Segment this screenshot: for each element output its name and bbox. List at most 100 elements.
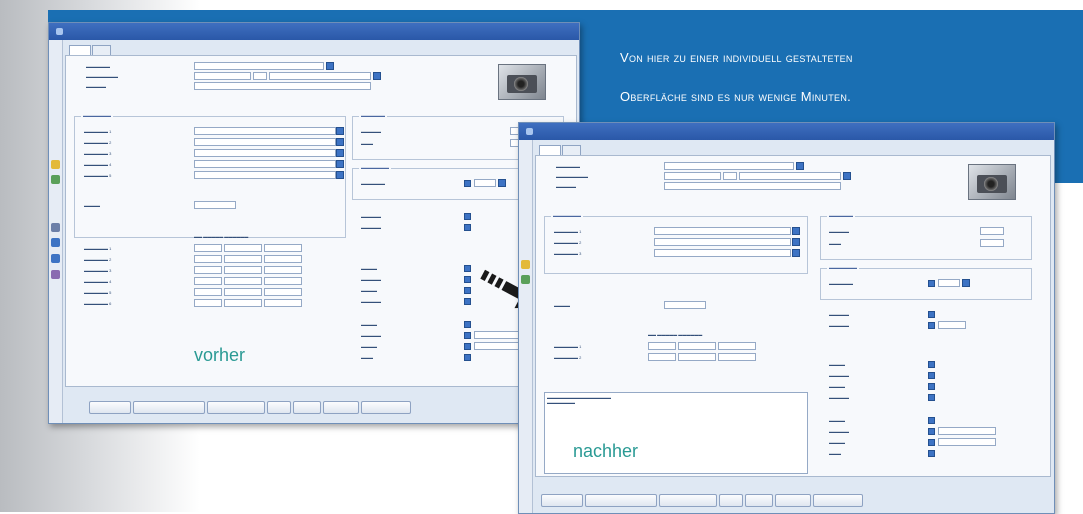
price-cell[interactable] bbox=[224, 244, 262, 252]
price-cell[interactable] bbox=[224, 277, 262, 285]
supplier-field[interactable] bbox=[654, 238, 791, 246]
action-button[interactable] bbox=[207, 401, 265, 414]
lookup-button[interactable] bbox=[326, 62, 334, 70]
status-field[interactable] bbox=[194, 72, 251, 80]
lookup-button[interactable] bbox=[792, 227, 800, 235]
option-checkbox[interactable] bbox=[464, 224, 471, 231]
price-cell[interactable] bbox=[264, 288, 302, 296]
price-cell[interactable] bbox=[224, 299, 262, 307]
option-checkbox[interactable] bbox=[464, 343, 471, 350]
description-field[interactable] bbox=[194, 82, 371, 90]
sidebar-icon[interactable] bbox=[51, 254, 60, 263]
price-cell[interactable] bbox=[194, 244, 222, 252]
action-button[interactable] bbox=[89, 401, 131, 414]
lookup-button[interactable] bbox=[336, 138, 344, 146]
option-checkbox[interactable] bbox=[464, 321, 471, 328]
supplier-field[interactable] bbox=[194, 149, 336, 157]
option-checkbox[interactable] bbox=[928, 439, 935, 446]
option-checkbox[interactable] bbox=[928, 450, 935, 457]
action-button[interactable] bbox=[267, 401, 291, 414]
action-button[interactable] bbox=[585, 494, 657, 507]
supplier-field[interactable] bbox=[194, 160, 336, 168]
supplier-field[interactable] bbox=[654, 249, 791, 257]
option-checkbox[interactable] bbox=[464, 276, 471, 283]
supplier-field[interactable] bbox=[194, 138, 336, 146]
option-checkbox[interactable] bbox=[464, 265, 471, 272]
action-button[interactable] bbox=[719, 494, 743, 507]
option-field[interactable] bbox=[938, 321, 966, 329]
sidebar-icon[interactable] bbox=[51, 175, 60, 184]
price-cell[interactable] bbox=[264, 255, 302, 263]
lookup-button[interactable] bbox=[843, 172, 851, 180]
action-button[interactable] bbox=[659, 494, 717, 507]
action-button[interactable] bbox=[361, 401, 411, 414]
action-button[interactable] bbox=[133, 401, 205, 414]
sidebar-icon[interactable] bbox=[521, 275, 530, 284]
lookup-button[interactable] bbox=[336, 171, 344, 179]
status-field[interactable] bbox=[664, 172, 721, 180]
lookup-button[interactable] bbox=[792, 249, 800, 257]
supplier-field[interactable] bbox=[194, 127, 336, 135]
supplier-field[interactable] bbox=[654, 227, 791, 235]
price-cell[interactable] bbox=[648, 342, 676, 350]
unit-field[interactable] bbox=[253, 72, 267, 80]
option-checkbox[interactable] bbox=[464, 332, 471, 339]
price-cell[interactable] bbox=[224, 266, 262, 274]
tab-general[interactable] bbox=[69, 45, 92, 55]
lookup-button[interactable] bbox=[796, 162, 804, 170]
option-checkbox[interactable] bbox=[928, 383, 935, 390]
description-field[interactable] bbox=[664, 182, 841, 190]
lookup-button[interactable] bbox=[373, 72, 381, 80]
lookup-button[interactable] bbox=[336, 127, 344, 135]
setting-checkbox[interactable] bbox=[928, 280, 935, 287]
option-checkbox[interactable] bbox=[464, 287, 471, 294]
unit-field[interactable] bbox=[723, 172, 737, 180]
sidebar-icon[interactable] bbox=[51, 160, 60, 169]
price-cell[interactable] bbox=[264, 244, 302, 252]
lookup-button[interactable] bbox=[792, 238, 800, 246]
option-checkbox[interactable] bbox=[928, 372, 935, 379]
option-field[interactable] bbox=[938, 427, 996, 435]
price-cell[interactable] bbox=[194, 277, 222, 285]
setting-select[interactable] bbox=[938, 279, 960, 287]
article-number-field[interactable] bbox=[664, 162, 794, 170]
lookup-button[interactable] bbox=[498, 179, 506, 187]
sidebar-icon[interactable] bbox=[51, 223, 60, 232]
price-cell[interactable] bbox=[678, 342, 716, 350]
option-checkbox[interactable] bbox=[464, 213, 471, 220]
price-cell[interactable] bbox=[718, 342, 756, 350]
lookup-button[interactable] bbox=[336, 149, 344, 157]
article-number-field[interactable] bbox=[194, 62, 324, 70]
sidebar-icon[interactable] bbox=[51, 270, 60, 279]
price-cell[interactable] bbox=[264, 299, 302, 307]
action-button[interactable] bbox=[541, 494, 583, 507]
group-field[interactable] bbox=[269, 72, 371, 80]
action-button[interactable] bbox=[813, 494, 863, 507]
tab-second[interactable] bbox=[92, 45, 111, 55]
price-cell[interactable] bbox=[224, 255, 262, 263]
price-cell[interactable] bbox=[264, 266, 302, 274]
sidebar-icon[interactable] bbox=[51, 238, 60, 247]
option-checkbox[interactable] bbox=[928, 311, 935, 318]
lookup-button[interactable] bbox=[336, 160, 344, 168]
option-checkbox[interactable] bbox=[928, 394, 935, 401]
lookup-button[interactable] bbox=[962, 279, 970, 287]
storage-field[interactable] bbox=[980, 239, 1004, 247]
option-checkbox[interactable] bbox=[928, 361, 935, 368]
action-button[interactable] bbox=[745, 494, 773, 507]
price-cell[interactable] bbox=[718, 353, 756, 361]
price-cell[interactable] bbox=[194, 266, 222, 274]
supplier-field[interactable] bbox=[194, 171, 336, 179]
storage-field[interactable] bbox=[980, 227, 1004, 235]
price-cell[interactable] bbox=[194, 299, 222, 307]
option-checkbox[interactable] bbox=[464, 298, 471, 305]
setting-checkbox[interactable] bbox=[464, 180, 471, 187]
price-cell[interactable] bbox=[194, 255, 222, 263]
setting-select[interactable] bbox=[474, 179, 496, 187]
option-checkbox[interactable] bbox=[464, 354, 471, 361]
tab-second[interactable] bbox=[562, 145, 581, 155]
quantity-field[interactable] bbox=[664, 301, 706, 309]
option-field[interactable] bbox=[938, 438, 996, 446]
option-checkbox[interactable] bbox=[928, 322, 935, 329]
option-checkbox[interactable] bbox=[928, 428, 935, 435]
